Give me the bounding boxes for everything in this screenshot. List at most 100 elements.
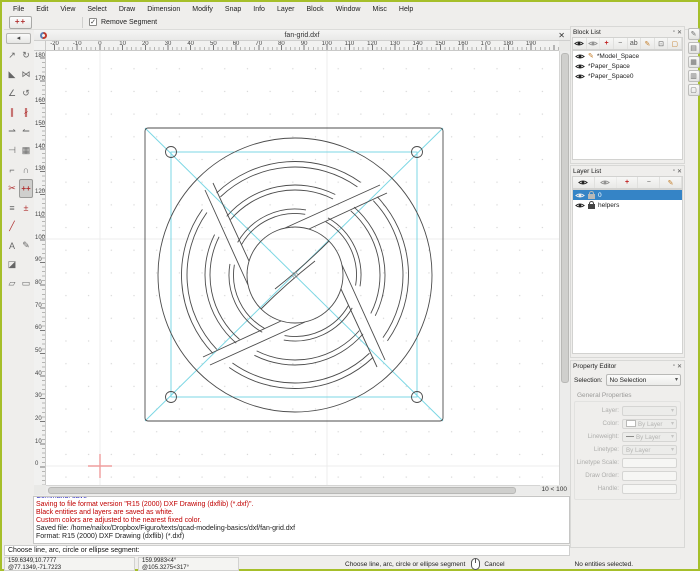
- modify-tool-button[interactable]: ∩: [19, 160, 33, 179]
- modify-tool-button[interactable]: ±: [19, 198, 33, 217]
- edit-layer-button[interactable]: ✎: [660, 177, 682, 188]
- modify-tool-button[interactable]: ╱: [5, 217, 19, 236]
- property-control[interactable]: [622, 471, 677, 481]
- save-block-button[interactable]: ▢: [668, 38, 682, 49]
- v-ruler-label: 70: [34, 295, 45, 318]
- menu-item[interactable]: Block: [301, 5, 328, 14]
- property-control[interactable]: [622, 458, 677, 468]
- visibility-eye-icon[interactable]: [575, 53, 585, 60]
- h-scroll-thumb[interactable]: [48, 487, 516, 494]
- modify-tool-button[interactable]: ≡: [5, 198, 19, 217]
- v-scroll-thumb[interactable]: [561, 53, 569, 383]
- show-all-blocks-button[interactable]: [573, 38, 587, 49]
- modify-tool-button[interactable]: ⋈: [19, 65, 33, 84]
- modify-tool-button[interactable]: ↻: [19, 46, 33, 65]
- remove-layer-button[interactable]: −: [638, 177, 660, 188]
- close-panel-icon[interactable]: ✕: [677, 363, 682, 370]
- vertical-scrollbar[interactable]: [559, 51, 570, 485]
- menu-item[interactable]: Help: [394, 5, 418, 14]
- dock-toggle-button[interactable]: ▤: [688, 42, 700, 54]
- command-history-line: Saved file: /home/nailxx/Dropbox/Figuro/…: [36, 525, 567, 533]
- modify-tool-button[interactable]: ⊣: [5, 141, 19, 160]
- float-panel-icon[interactable]: ▫: [673, 363, 675, 369]
- modify-tool-button[interactable]: ∦: [19, 103, 33, 122]
- menu-item[interactable]: Info: [248, 5, 270, 14]
- property-control[interactable]: By Layer: [622, 432, 677, 442]
- property-control[interactable]: [622, 484, 677, 494]
- menu-item[interactable]: Dimension: [142, 5, 185, 14]
- menu-item[interactable]: File: [8, 5, 29, 14]
- property-control[interactable]: By Layer: [622, 445, 677, 455]
- selection-combobox[interactable]: No Selection: [606, 374, 681, 386]
- close-document-icon[interactable]: ✕: [558, 31, 565, 40]
- modify-tool-button[interactable]: ⌐: [5, 160, 19, 179]
- modify-tool-button[interactable]: [19, 217, 33, 236]
- unlock-icon[interactable]: [588, 194, 595, 199]
- lock-icon[interactable]: [588, 204, 595, 209]
- layer-list-item[interactable]: helpers: [573, 200, 682, 210]
- modify-tool-button[interactable]: ✎: [19, 236, 33, 255]
- visibility-eye-icon[interactable]: [575, 73, 585, 80]
- menu-item[interactable]: View: [55, 5, 80, 14]
- add-layer-button[interactable]: +: [617, 177, 639, 188]
- show-all-layers-button[interactable]: [573, 177, 595, 188]
- menu-item[interactable]: Window: [331, 5, 366, 14]
- v-ruler-label: 50: [34, 340, 45, 363]
- command-history[interactable]: Command: saveSaving to file format versi…: [33, 496, 570, 544]
- block-list-item[interactable]: *Paper_Space0: [573, 71, 682, 81]
- layer-visibility-icon[interactable]: [575, 202, 585, 209]
- modify-tool-button[interactable]: A: [5, 236, 19, 255]
- add-block-button[interactable]: +: [600, 38, 614, 49]
- hide-all-layers-button[interactable]: [595, 177, 617, 188]
- float-panel-icon[interactable]: ▫: [673, 168, 675, 174]
- menu-item[interactable]: Snap: [220, 5, 246, 14]
- block-list-item[interactable]: ✎ *Model_Space: [573, 51, 682, 61]
- divide-tool-button[interactable]: ++: [9, 16, 32, 29]
- modify-tool-button[interactable]: ▭: [19, 274, 33, 293]
- menu-item[interactable]: Misc: [368, 5, 392, 14]
- back-button[interactable]: ◂: [6, 33, 31, 44]
- modify-tool-button[interactable]: ▱: [5, 274, 19, 293]
- hide-all-blocks-button[interactable]: [587, 38, 601, 49]
- property-control[interactable]: By Layer: [622, 419, 677, 429]
- dock-toggle-button[interactable]: ▦: [688, 56, 700, 68]
- command-line-input[interactable]: Choose line, arc, circle or ellipse segm…: [4, 545, 570, 556]
- insert-block-button[interactable]: ⊡: [655, 38, 669, 49]
- modify-tool-button[interactable]: ◣: [5, 65, 19, 84]
- layer-visibility-icon[interactable]: [575, 192, 585, 199]
- remove-segment-checkbox[interactable]: ✓: [89, 18, 97, 26]
- property-control[interactable]: [622, 406, 677, 416]
- visibility-eye-icon[interactable]: [575, 63, 585, 70]
- horizontal-scrollbar[interactable]: [46, 485, 540, 495]
- remove-block-button[interactable]: −: [614, 38, 628, 49]
- block-list-item[interactable]: *Paper_Space: [573, 61, 682, 71]
- menu-item[interactable]: Modify: [187, 5, 218, 14]
- modify-tool-button[interactable]: ++: [19, 179, 33, 198]
- modify-tool-button[interactable]: ↼: [19, 122, 33, 141]
- dock-toggle-button[interactable]: ✎: [688, 28, 700, 40]
- drawing-canvas[interactable]: [46, 51, 559, 485]
- dock-toggle-button[interactable]: ▢: [688, 84, 700, 96]
- float-panel-icon[interactable]: ▫: [673, 29, 675, 35]
- modify-tool-button[interactable]: ✂: [5, 179, 19, 198]
- modify-tool-button[interactable]: ↗: [5, 46, 19, 65]
- menu-item[interactable]: Edit: [31, 5, 53, 14]
- modify-tool-button[interactable]: ∠: [5, 84, 19, 103]
- layer-list-item[interactable]: 0: [573, 190, 682, 200]
- menu-item[interactable]: Draw: [114, 5, 140, 14]
- modify-tool-button[interactable]: [19, 255, 33, 274]
- rename-block-button[interactable]: ab: [628, 38, 642, 49]
- modify-tool-button[interactable]: ▦: [19, 141, 33, 160]
- menu-item[interactable]: Select: [82, 5, 111, 14]
- close-panel-icon[interactable]: ✕: [677, 29, 682, 36]
- dock-toggle-button[interactable]: ▥: [688, 70, 700, 82]
- modify-tool-button[interactable]: ⇀: [5, 122, 19, 141]
- modify-tool-button[interactable]: ∥: [5, 103, 19, 122]
- menu-item[interactable]: Layer: [272, 5, 300, 14]
- close-panel-icon[interactable]: ✕: [677, 168, 682, 175]
- edit-block-button[interactable]: ✎: [641, 38, 655, 49]
- modify-tool-button[interactable]: ◪: [5, 255, 19, 274]
- block-name: *Paper_Space0: [588, 73, 634, 80]
- modify-tool-button[interactable]: ↺: [19, 84, 33, 103]
- h-ruler-label: 30: [157, 41, 180, 47]
